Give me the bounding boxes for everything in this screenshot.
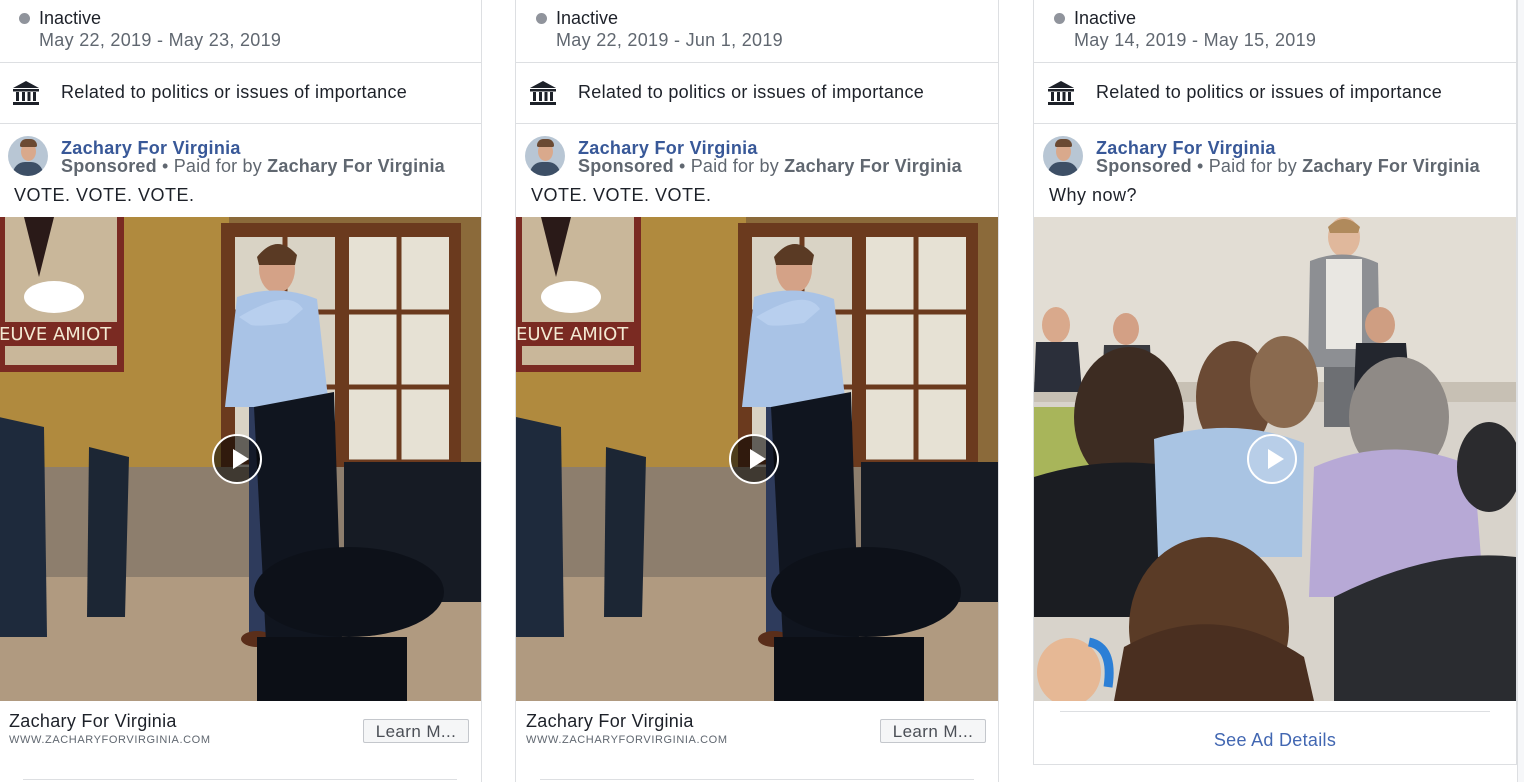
inactive-dot-icon (19, 13, 30, 24)
category-row: Related to politics or issues of importa… (1034, 63, 1516, 124)
ad-status-block: Inactive May 22, 2019 - Jun 1, 2019 (516, 0, 998, 63)
status-text: Inactive (1074, 8, 1137, 28)
date-range: May 14, 2019 - May 15, 2019 (1074, 30, 1317, 50)
date-range: May 22, 2019 - May 23, 2019 (39, 30, 282, 50)
bank-icon (13, 81, 39, 105)
category-row: Related to politics or issues of importa… (516, 63, 998, 124)
sponsored-label: Sponsored (61, 156, 157, 176)
avatar[interactable] (525, 136, 565, 176)
category-text: Related to politics or issues of importa… (61, 82, 408, 102)
ad-status-block: Inactive May 22, 2019 - May 23, 2019 (0, 0, 481, 63)
avatar[interactable] (8, 136, 48, 176)
ad-header: Zachary For Virginia Sponsored • Paid fo… (516, 124, 998, 182)
category-text: Related to politics or issues of importa… (1096, 82, 1443, 102)
ad-details-row: See Ad Details (1034, 701, 1516, 761)
ad-card-3: Inactive May 14, 2019 - May 15, 2019 Rel… (1033, 0, 1517, 765)
ad-video[interactable]: EUVE AMIOT (0, 217, 481, 701)
paid-for-prefix: • Paid for by (1197, 156, 1297, 176)
ad-video[interactable]: EUVE AMIOT (516, 217, 998, 701)
link-row: Zachary For Virginia WWW.ZACHARYFORVIRGI… (516, 701, 998, 780)
ad-body-text: Why now? (1049, 185, 1138, 205)
link-url[interactable]: WWW.ZACHARYFORVIRGINIA.COM (9, 734, 211, 746)
play-icon[interactable] (212, 434, 262, 484)
sponsored-line: Sponsored • Paid for by Zachary For Virg… (578, 156, 962, 177)
category-text: Related to politics or issues of importa… (578, 82, 925, 102)
paid-for-prefix: • Paid for by (679, 156, 779, 176)
date-range: May 22, 2019 - Jun 1, 2019 (556, 30, 783, 50)
sponsored-line: Sponsored • Paid for by Zachary For Virg… (61, 156, 445, 177)
bank-icon (530, 81, 556, 105)
divider (23, 779, 457, 780)
status-text: Inactive (39, 8, 102, 28)
play-icon[interactable] (1247, 434, 1297, 484)
inactive-dot-icon (1054, 13, 1065, 24)
divider (1060, 711, 1490, 712)
poster-text: EUVE AMIOT (0, 324, 112, 345)
sponsored-label: Sponsored (1096, 156, 1192, 176)
link-title[interactable]: Zachary For Virginia (9, 711, 177, 732)
ad-body-text: VOTE. VOTE. VOTE. (14, 185, 195, 205)
ad-card-1: Inactive May 22, 2019 - May 23, 2019 Rel… (0, 0, 482, 782)
ad-header: Zachary For Virginia Sponsored • Paid fo… (0, 124, 481, 182)
play-icon[interactable] (729, 434, 779, 484)
learn-more-button[interactable]: Learn M... (880, 719, 986, 743)
see-ad-details-link[interactable]: See Ad Details (1034, 730, 1516, 751)
ad-card-2: Inactive May 22, 2019 - Jun 1, 2019 Rela… (515, 0, 999, 782)
inactive-dot-icon (536, 13, 547, 24)
ad-body-text: VOTE. VOTE. VOTE. (531, 185, 712, 205)
ad-status-block: Inactive May 14, 2019 - May 15, 2019 (1034, 0, 1516, 63)
avatar[interactable] (1043, 136, 1083, 176)
divider (540, 779, 974, 780)
next-card-edge (1517, 0, 1524, 782)
paid-for-prefix: • Paid for by (162, 156, 262, 176)
link-row: Zachary For Virginia WWW.ZACHARYFORVIRGI… (0, 701, 481, 780)
status-text: Inactive (556, 8, 619, 28)
link-url[interactable]: WWW.ZACHARYFORVIRGINIA.COM (526, 734, 728, 746)
sponsored-label: Sponsored (578, 156, 674, 176)
bank-icon (1048, 81, 1074, 105)
paid-for-name: Zachary For Virginia (784, 156, 962, 176)
ad-video[interactable] (1034, 217, 1516, 701)
ad-library-results: Inactive May 22, 2019 - May 23, 2019 Rel… (0, 0, 1524, 782)
paid-for-name: Zachary For Virginia (267, 156, 445, 176)
link-title[interactable]: Zachary For Virginia (526, 711, 694, 732)
poster-text: EUVE AMIOT (516, 324, 629, 345)
ad-header: Zachary For Virginia Sponsored • Paid fo… (1034, 124, 1516, 182)
category-row: Related to politics or issues of importa… (0, 63, 481, 124)
sponsored-line: Sponsored • Paid for by Zachary For Virg… (1096, 156, 1480, 177)
paid-for-name: Zachary For Virginia (1302, 156, 1480, 176)
learn-more-button[interactable]: Learn M... (363, 719, 469, 743)
